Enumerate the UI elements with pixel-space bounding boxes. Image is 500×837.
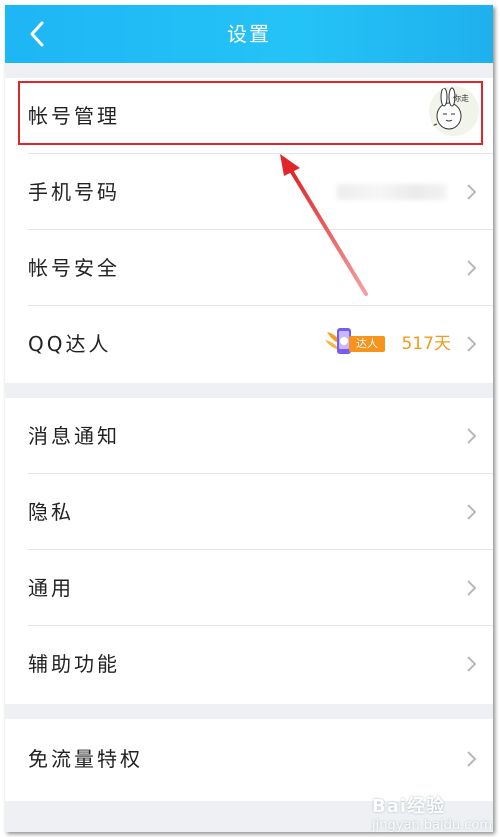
chevron-right-icon (467, 656, 477, 672)
chevron-right-icon (467, 184, 477, 200)
data-free-section: 免流量特权 (5, 719, 493, 801)
avatar-caption: 你走 (453, 94, 469, 103)
settings-item-qq-expert[interactable]: QQ达人 达人 517天 (5, 306, 493, 382)
settings-item-accessibility[interactable]: 辅助功能 (5, 626, 493, 702)
settings-item-label: 辅助功能 (28, 652, 120, 676)
settings-item-account-security[interactable]: 帐号安全 (5, 230, 493, 306)
chevron-right-icon (467, 336, 477, 352)
phone-screen: 设置 帐号管理 你走 手机号码 帐号安全 QQ达人 达人 517天 消息通知 隐… (5, 5, 493, 832)
watermark-brand: Bai (372, 796, 408, 817)
app-header: 设置 (5, 5, 493, 63)
settings-item-notifications[interactable]: 消息通知 (5, 398, 493, 474)
settings-item-label: 免流量特权 (28, 747, 143, 771)
chevron-right-icon (467, 428, 477, 444)
watermark-brand-2: 经验 (407, 796, 446, 817)
settings-item-label: 隐私 (28, 500, 74, 524)
chevron-right-icon (467, 260, 477, 276)
page-title: 设置 (227, 22, 271, 46)
account-section: 帐号管理 你走 手机号码 帐号安全 QQ达人 达人 517天 (5, 78, 493, 383)
settings-item-label: 通用 (28, 576, 74, 600)
settings-item-phone-number[interactable]: 手机号码 (5, 154, 493, 230)
settings-item-data-free-privilege[interactable]: 免流量特权 (5, 721, 493, 797)
masked-phone-number (337, 184, 447, 200)
settings-item-account-management[interactable]: 帐号管理 你走 (5, 78, 493, 154)
chevron-right-icon (467, 751, 477, 767)
expert-badge-label: 达人 (349, 336, 385, 352)
settings-item-label: 手机号码 (28, 180, 120, 204)
settings-item-general[interactable]: 通用 (5, 550, 493, 626)
general-section: 消息通知 隐私 通用 辅助功能 (5, 398, 493, 704)
avatar[interactable]: 你走 (429, 86, 479, 136)
settings-item-label: 帐号管理 (28, 104, 120, 128)
settings-item-label: QQ达人 (28, 332, 112, 356)
watermark-url: jingyan.baidu.com (372, 818, 492, 833)
chevron-right-icon (467, 504, 477, 520)
watermark: Bai经验 jingyan.baidu.com (372, 792, 492, 833)
expert-days-count: 517天 (401, 334, 451, 354)
settings-item-label: 帐号安全 (28, 256, 120, 280)
chevron-right-icon (467, 580, 477, 596)
settings-item-privacy[interactable]: 隐私 (5, 474, 493, 550)
settings-item-label: 消息通知 (28, 424, 120, 448)
expert-badge: 达人 (323, 324, 387, 364)
